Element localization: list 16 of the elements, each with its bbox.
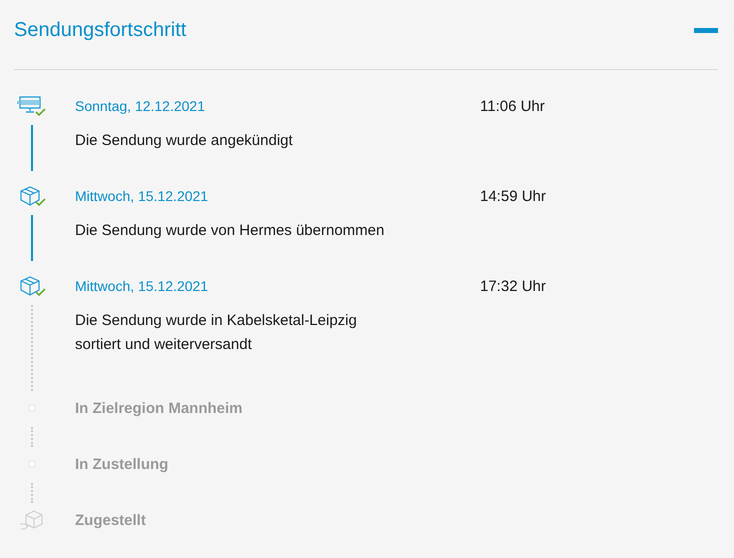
event-description: Die Sendung wurde in Kabelsketal-Leipzig sortiert und weiterversandt — [75, 311, 358, 355]
event-time: 11:06 Uhr — [480, 98, 545, 114]
step-dot-icon — [28, 460, 36, 468]
scanner-check-icon — [17, 95, 47, 117]
event-time: 17:32 Uhr — [480, 278, 546, 294]
event-date: Mittwoch, 15.12.2021 — [75, 278, 210, 294]
event-time: 14:59 Uhr — [480, 188, 546, 204]
step-dot-icon — [28, 404, 36, 412]
event-description: Die Sendung wurde angekündigt — [75, 131, 294, 151]
event-date: Sonntag, 12.12.2021 — [75, 98, 206, 114]
pending-step-label: In Zustellung — [75, 456, 168, 472]
pending-step-label: In Zielregion Mannheim — [75, 400, 243, 416]
pending-step-label: Zugestellt — [75, 512, 146, 528]
section-title: Sendungsfortschritt — [14, 18, 186, 42]
event-date: Mittwoch, 15.12.2021 — [75, 188, 210, 204]
event-description: Die Sendung wurde von Hermes übernommen — [75, 221, 386, 241]
